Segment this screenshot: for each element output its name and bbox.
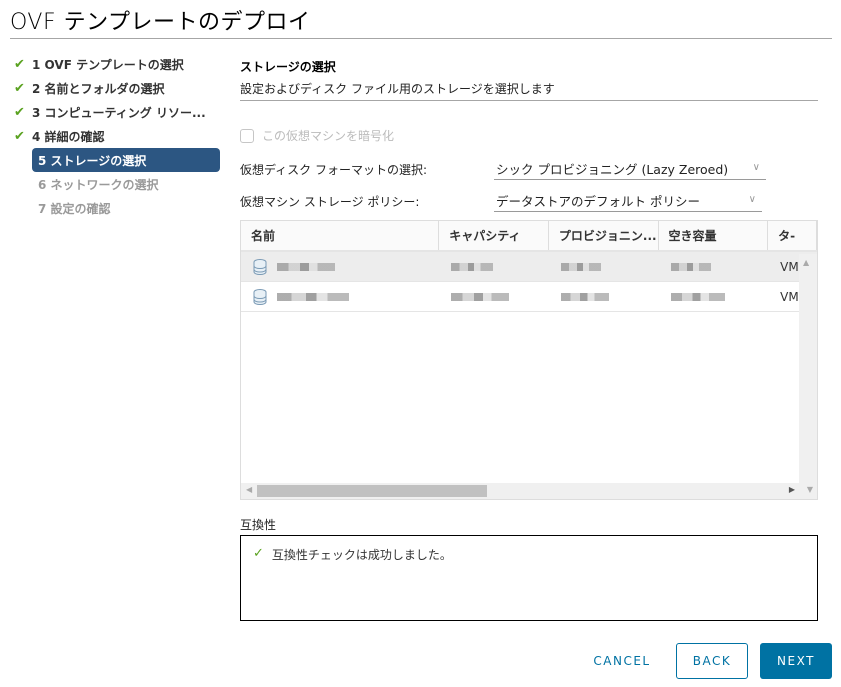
cancel-button[interactable]: CANCEL: [582, 643, 662, 679]
column-header-capacity[interactable]: キャパシティ: [439, 221, 549, 250]
title-divider: [10, 38, 832, 39]
redacted-capacity: [451, 262, 494, 271]
step-2[interactable]: ✔ 2 名前とフォルダの選択: [14, 76, 224, 100]
step-label: 5 ストレージの選択: [38, 153, 147, 168]
step-1[interactable]: ✔ 1 OVF テンプレートの選択: [14, 52, 224, 76]
dialog-title: OVF テンプレートのデプロイ: [10, 10, 311, 35]
datastore-table: 名前 キャパシティ プロビジョニン... 空き容量 タ- VM VM ▲ ◀ ▶…: [240, 220, 818, 500]
step-6: 6 ネットワークの選択: [14, 172, 224, 196]
compatibility-panel: ✓ 互換性チェックは成功しました。: [240, 535, 818, 621]
redacted-free: [670, 262, 711, 271]
content-header: ストレージの選択 設定およびディスク ファイル用のストレージを選択します: [240, 58, 818, 101]
table-row[interactable]: VM: [241, 282, 817, 312]
cell-provisioned: [549, 282, 659, 311]
encrypt-label: この仮想マシンを暗号化: [262, 129, 395, 143]
step-label: 4 詳細の確認: [32, 129, 105, 144]
table-row[interactable]: VM: [241, 252, 817, 282]
cell-provisioned: [549, 252, 659, 281]
scroll-right-icon[interactable]: ▶: [789, 485, 795, 494]
step-label: 7 設定の確認: [38, 201, 111, 216]
content-divider: [240, 100, 818, 101]
compatibility-message: 互換性チェックは成功しました。: [271, 548, 452, 562]
storage-policy-label: 仮想マシン ストレージ ポリシー:: [240, 194, 420, 209]
column-header-name[interactable]: 名前: [241, 221, 440, 250]
redacted-name: [277, 262, 335, 271]
compatibility-label: 互換性: [240, 518, 277, 532]
table-header: 名前 キャパシティ プロビジョニン... 空き容量 タ-: [241, 221, 817, 252]
redacted-provisioned: [560, 262, 601, 271]
storage-policy-select[interactable]: データストアのデフォルト ポリシー ∨: [494, 190, 762, 212]
horizontal-scrollbar[interactable]: ◀ ▶ ▼: [241, 483, 817, 499]
step-label: 3 コンピューティング リソー...: [32, 105, 206, 120]
redacted-provisioned: [560, 292, 609, 301]
step-label: 6 ネットワークの選択: [38, 177, 159, 192]
check-icon: ✔: [14, 56, 25, 72]
chevron-down-icon: ∨: [748, 194, 756, 205]
cell-free: [659, 252, 769, 281]
check-icon: ✓: [253, 546, 264, 561]
scroll-down-icon[interactable]: ▼: [807, 485, 813, 494]
scroll-up-icon[interactable]: ▲: [803, 258, 809, 267]
cell-name: [241, 252, 439, 281]
chevron-down-icon: ∨: [752, 162, 760, 173]
column-header-free[interactable]: 空き容量: [659, 221, 769, 250]
column-header-provisioned[interactable]: プロビジョニン...: [549, 221, 659, 250]
wizard-steps: ✔ 1 OVF テンプレートの選択 ✔ 2 名前とフォルダの選択 ✔ 3 コンピューテ…: [14, 52, 224, 220]
storage-policy-row: 仮想マシン ストレージ ポリシー: データストアのデフォルト ポリシー ∨: [240, 190, 762, 212]
check-icon: ✔: [14, 104, 25, 120]
scrollbar-thumb[interactable]: [257, 485, 487, 497]
disk-format-select[interactable]: シック プロビジョニング (Lazy Zeroed) ∨: [494, 158, 766, 180]
section-subtitle: 設定およびディスク ファイル用のストレージを選択します: [240, 82, 555, 96]
step-7: 7 設定の確認: [14, 196, 224, 220]
redacted-capacity: [451, 292, 510, 301]
cell-name: [241, 282, 439, 311]
datastore-icon: [253, 258, 267, 275]
scroll-left-icon[interactable]: ◀: [246, 485, 252, 494]
checkbox-icon: [240, 128, 254, 143]
disk-format-label: 仮想ディスク フォーマットの選択:: [240, 162, 428, 177]
section-title: ストレージの選択: [240, 60, 336, 74]
cell-capacity: [439, 252, 549, 281]
check-icon: ✔: [14, 128, 25, 144]
step-3[interactable]: ✔ 3 コンピューティング リソー...: [14, 100, 224, 124]
disk-format-value: シック プロビジョニング (Lazy Zeroed): [496, 162, 729, 177]
cell-capacity: [439, 282, 549, 311]
vertical-scrollbar[interactable]: ▲: [799, 254, 817, 499]
redacted-free: [670, 292, 725, 301]
step-4[interactable]: ✔ 4 詳細の確認: [14, 124, 224, 148]
disk-format-row: 仮想ディスク フォーマットの選択: シック プロビジョニング (Lazy Zer…: [240, 158, 766, 180]
next-button[interactable]: NEXT: [760, 643, 832, 679]
column-header-type[interactable]: タ-: [768, 221, 817, 250]
encrypt-vm-checkbox[interactable]: この仮想マシンを暗号化: [240, 127, 394, 144]
step-5[interactable]: 5 ストレージの選択: [32, 148, 220, 172]
check-icon: ✔: [14, 80, 25, 96]
storage-policy-value: データストアのデフォルト ポリシー: [496, 194, 700, 209]
step-label: 1 OVF テンプレートの選択: [32, 57, 184, 72]
datastore-icon: [253, 288, 267, 305]
redacted-name: [277, 292, 349, 301]
cell-free: [659, 282, 769, 311]
back-button[interactable]: BACK: [676, 643, 748, 679]
step-label: 2 名前とフォルダの選択: [32, 81, 165, 96]
